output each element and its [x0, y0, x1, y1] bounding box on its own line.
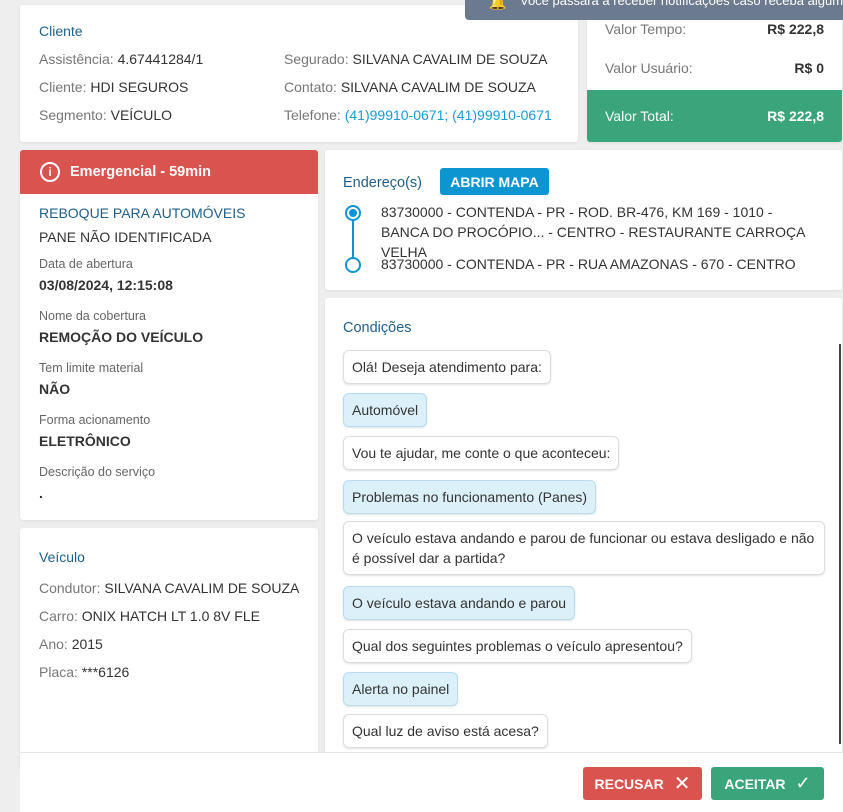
field-value: REMOÇÃO DO VEÍCULO	[39, 329, 204, 345]
question-bubble: Vou te ajudar, me conte o que aconteceu:	[343, 436, 620, 470]
field-label: Descrição do serviço	[39, 465, 156, 479]
check-icon: ✓	[795, 773, 811, 793]
bell-icon: 🔔	[489, 0, 507, 10]
conditions-title: Condições	[343, 320, 412, 336]
answer-bubble: O veículo estava andando e parou	[343, 586, 576, 620]
client-card: Cliente Assistência: 4.67441284/1 Client…	[20, 5, 578, 142]
valor-tempo: R$ 222,8	[767, 21, 824, 37]
field-label: Nome da cobertura	[39, 309, 147, 323]
service-problem: PANE NÃO IDENTIFICADA	[39, 229, 212, 245]
ano: Ano: 2015	[39, 636, 103, 652]
destination-marker-icon	[345, 257, 361, 273]
accept-button[interactable]: ACEITAR ✓	[711, 767, 824, 800]
address-card: Endereço(s) ABRIR MAPA 83730000 - CONTEN…	[325, 150, 842, 290]
telefone: Telefone: (41)99910-0671; (41)99910-0671	[284, 107, 552, 123]
field-value: 03/08/2024, 12:15:08	[39, 277, 173, 293]
placa: Placa: ***6126	[39, 664, 130, 680]
vehicle-title: Veículo	[39, 549, 85, 565]
field-label: Data de abertura	[39, 257, 133, 271]
cliente: Cliente: HDI SEGUROS	[39, 79, 189, 95]
service-type: REBOQUE PARA AUTOMÓVEIS	[39, 205, 246, 221]
vehicle-card: Veículo Condutor: SILVANA CAVALIM DE SOU…	[20, 528, 318, 768]
alert-circle-icon: i	[40, 162, 60, 182]
close-icon: ✕	[673, 773, 691, 795]
origin-marker-icon	[345, 205, 361, 221]
accept-label: ACEITAR	[724, 775, 786, 792]
valor-usuario-label: Valor Usuário:	[605, 60, 693, 76]
notification-text: Você passará a receber notificações caso…	[520, 0, 843, 8]
assistencia: Assistência: 4.67441284/1	[39, 51, 204, 67]
field-value: ELETRÔNICO	[39, 433, 131, 449]
scrollbar[interactable]	[839, 344, 841, 744]
segmento: Segmento: VEÍCULO	[39, 107, 173, 123]
question-bubble: Qual dos seguintes problemas o veículo a…	[343, 629, 692, 663]
route-line	[352, 220, 354, 262]
answer-bubble: Automóvel	[343, 393, 428, 427]
service-card: i Emergencial - 59min REBOQUE PARA AUTOM…	[20, 150, 318, 520]
badge-text: Emergencial - 59min	[70, 164, 212, 180]
open-map-button[interactable]: ABRIR MAPA	[440, 168, 549, 195]
question-bubble: O veículo estava andando e parou de func…	[343, 521, 825, 575]
field-value: NÃO	[39, 381, 71, 397]
contato: Contato: SILVANA CAVALIM DE SOUZA	[284, 79, 536, 95]
client-title: Cliente	[39, 23, 83, 39]
address-title: Endereço(s)	[343, 175, 422, 191]
valor-total: R$ 222,8	[767, 108, 824, 124]
conditions-card: Condições Olá! Deseja atendimento para: A…	[325, 298, 842, 768]
address-origin: 83730000 - CONTENDA - PR - ROD. BR-476, …	[381, 204, 805, 260]
field-label: Tem limite material	[39, 361, 144, 375]
condutor: Condutor: SILVANA CAVALIM DE SOUZA	[39, 580, 300, 596]
field-label: Forma acionamento	[39, 413, 151, 427]
emergency-badge: i Emergencial - 59min	[20, 150, 318, 194]
answer-bubble: Problemas no funcionamento (Panes)	[343, 480, 597, 514]
field-value: .	[39, 485, 43, 501]
total-bar: Valor Total: R$ 222,8	[587, 90, 842, 142]
question-bubble: Qual luz de aviso está acesa?	[343, 714, 548, 748]
notification-toast[interactable]: 🔔 Você passará a receber notificações ca…	[465, 0, 843, 20]
question-bubble: Olá! Deseja atendimento para:	[343, 350, 551, 384]
valor-total-label: Valor Total:	[605, 108, 674, 124]
refuse-label: RECUSAR	[594, 775, 664, 792]
answer-bubble: Alerta no painel	[343, 672, 459, 706]
carro: Carro: ONIX HATCH LT 1.0 8V FLE	[39, 608, 260, 624]
refuse-button[interactable]: RECUSAR ✕	[583, 767, 702, 800]
phone-link[interactable]: (41)99910-0671; (41)99910-0671	[345, 107, 552, 123]
address-destination: 83730000 - CONTENDA - PR - RUA AMAZONAS …	[381, 256, 796, 272]
valor-usuario: R$ 0	[794, 60, 824, 76]
values-card: Valor Tempo: R$ 222,8 Valor Usuário: R$ …	[587, 0, 842, 142]
valor-tempo-label: Valor Tempo:	[605, 21, 687, 37]
segurado: Segurado: SILVANA CAVALIM DE SOUZA	[284, 51, 548, 67]
